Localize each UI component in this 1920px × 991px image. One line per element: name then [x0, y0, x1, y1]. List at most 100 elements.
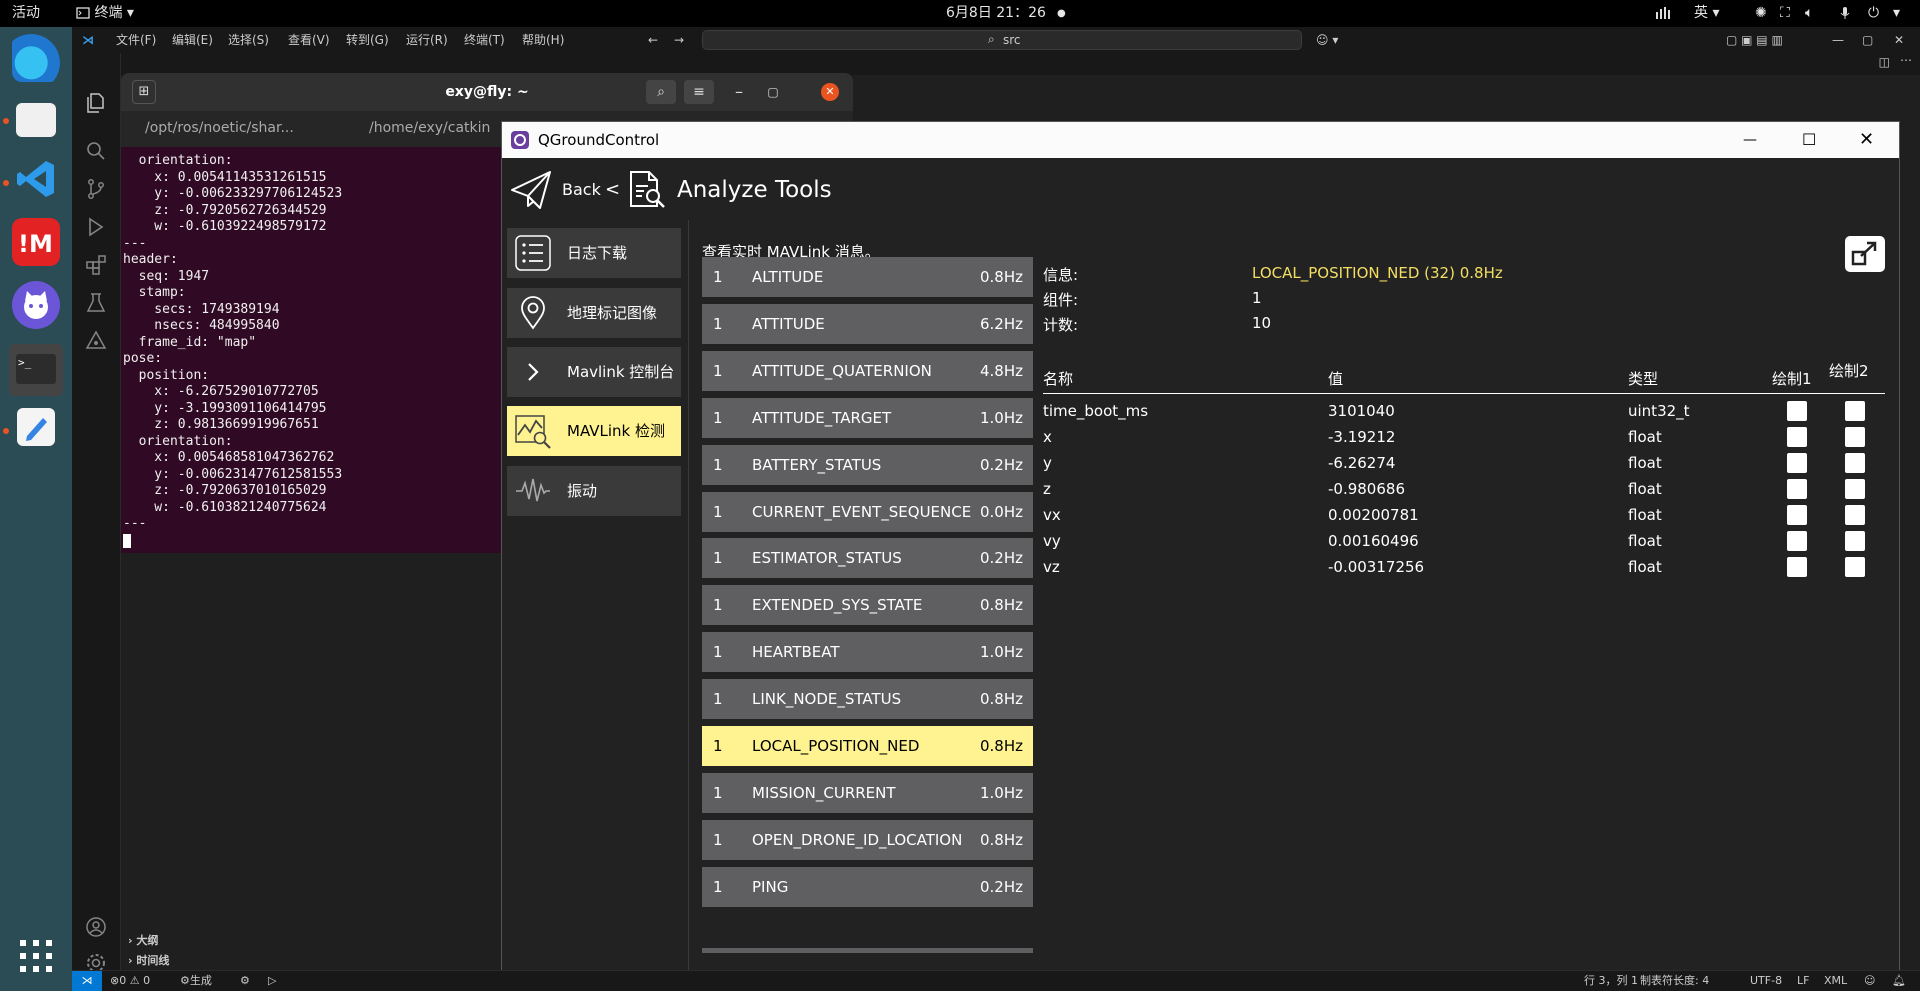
files-icon[interactable]	[16, 103, 56, 137]
message-item[interactable]: 1 ALTITUDE 0.8Hz	[702, 257, 1033, 297]
maximize-icon[interactable]: ☐	[1802, 122, 1816, 158]
plot2-checkbox[interactable]	[1845, 531, 1865, 551]
nav-mavlink-console[interactable]: Mavlink 控制台	[507, 347, 681, 397]
microphone-icon[interactable]	[1840, 0, 1850, 27]
menu-view[interactable]: 查看(V)	[288, 27, 330, 53]
plot2-checkbox[interactable]	[1845, 453, 1865, 473]
nav-vibration[interactable]: 振动	[507, 466, 681, 516]
gear-icon[interactable]: ⚙	[240, 971, 250, 991]
chevron-down-icon[interactable]: ▾	[1893, 0, 1900, 27]
message-item[interactable]: 1 CURRENT_EVENT_SEQUENCE 0.0Hz	[702, 491, 1033, 532]
message-item[interactable]: 1 OPEN_DRONE_ID_LOCATION 0.8Hz	[702, 819, 1033, 860]
app-grid-icon[interactable]	[12, 932, 60, 980]
vscode-icon[interactable]	[12, 155, 60, 203]
plot2-checkbox[interactable]	[1845, 557, 1865, 577]
close-icon[interactable]: ✕	[1859, 122, 1874, 158]
plot2-checkbox[interactable]	[1845, 505, 1865, 525]
plot1-checkbox[interactable]	[1787, 557, 1807, 577]
message-item[interactable]: 1 BATTERY_STATUS 0.2Hz	[702, 444, 1033, 485]
nav-back-icon[interactable]: ←	[648, 27, 658, 53]
plot2-checkbox[interactable]	[1845, 427, 1865, 447]
brightness-icon[interactable]: ✺	[1755, 0, 1767, 27]
terminal-app-icon[interactable]: >_	[9, 344, 63, 396]
message-item[interactable]: 1 ATTITUDE_QUATERNION 4.8Hz	[702, 350, 1033, 391]
minimize-icon[interactable]: —	[1832, 27, 1844, 53]
plot1-checkbox[interactable]	[1787, 427, 1807, 447]
copilot-status-icon[interactable]: ☺	[1864, 971, 1875, 991]
message-item[interactable]: 1 ESTIMATOR_STATUS 0.2Hz	[702, 538, 1033, 579]
plot2-checkbox[interactable]	[1845, 401, 1865, 421]
extensions-icon[interactable]	[84, 253, 108, 277]
nav-log-download[interactable]: 日志下载	[507, 228, 681, 278]
text-editor-icon[interactable]	[17, 408, 55, 446]
encoding[interactable]: UTF-8	[1750, 971, 1782, 991]
explorer-icon[interactable]	[84, 91, 108, 115]
problems-indicator[interactable]: ⊗ 0 ⚠ 0	[110, 971, 150, 991]
menu-terminal[interactable]: 终端(T)	[464, 27, 505, 53]
run-debug-icon[interactable]	[84, 215, 108, 239]
activities-button[interactable]: 活动	[12, 0, 40, 27]
ros-extension-icon[interactable]	[84, 329, 108, 353]
menu-go[interactable]: 转到(G)	[346, 27, 389, 53]
popout-button[interactable]	[1845, 236, 1885, 272]
tab-size[interactable]: 制表符长度: 4	[1640, 971, 1709, 991]
menu-run[interactable]: 运行(R)	[406, 27, 448, 53]
play-icon[interactable]: ▷	[268, 971, 276, 991]
nav-forward-icon[interactable]: →	[674, 27, 684, 53]
more-actions-icon[interactable]: ⋯	[1900, 53, 1912, 67]
plot2-checkbox[interactable]	[1845, 479, 1865, 499]
copilot-icon[interactable]: ☺ ▾	[1316, 27, 1338, 53]
menu-help[interactable]: 帮助(H)	[522, 27, 564, 53]
message-item[interactable]: 1 MISSION_CURRENT 1.0Hz	[702, 772, 1033, 813]
timeline-section[interactable]: › 时间线	[128, 952, 169, 968]
testing-icon[interactable]	[84, 291, 108, 315]
clock[interactable]: 6月8日 21：26	[946, 0, 1046, 27]
terminal-search-icon[interactable]: ⌕	[646, 80, 676, 104]
volume-icon[interactable]: 🔈︎	[1805, 0, 1813, 27]
plot1-checkbox[interactable]	[1787, 531, 1807, 551]
terminal-tab-1[interactable]: /opt/ros/noetic/shar...	[145, 120, 294, 136]
nav-mavlink-inspector[interactable]: MAVLink 检测	[507, 406, 681, 456]
message-item[interactable]: 1 PING 0.2Hz	[702, 866, 1033, 907]
plot1-checkbox[interactable]	[1787, 479, 1807, 499]
power-icon[interactable]: ⏻	[1868, 0, 1879, 27]
plot1-checkbox[interactable]	[1787, 505, 1807, 525]
hamburger-menu-icon[interactable]: ≡	[684, 80, 714, 104]
maximize-icon[interactable]: ▢	[1862, 27, 1873, 53]
account-icon[interactable]	[84, 915, 108, 939]
app-menu[interactable]: 终端 ▾	[76, 0, 134, 27]
maximize-icon[interactable]: ▢	[761, 80, 785, 104]
message-item[interactable]: 1 ATTITUDE_TARGET 1.0Hz	[702, 397, 1033, 438]
source-control-icon[interactable]	[84, 177, 108, 201]
input-method-menu[interactable]: 英 ▾	[1694, 0, 1719, 27]
terminal-tab-2[interactable]: /home/exy/catkin	[369, 120, 490, 136]
cursor-position[interactable]: 行 3，列 1	[1584, 971, 1638, 991]
menu-selection[interactable]: 选择(S)	[228, 27, 269, 53]
split-editor-icon[interactable]: ◫	[1879, 55, 1890, 69]
close-icon[interactable]: ✕	[1894, 27, 1904, 53]
line-ending[interactable]: LF	[1797, 971, 1809, 991]
message-item[interactable]: 1 LINK_NODE_STATUS 0.8Hz	[702, 679, 1033, 720]
network-icon[interactable]: ⛶	[1780, 0, 1790, 27]
notifications-bell-icon[interactable]: 🔔︎	[1892, 971, 1906, 991]
edge-browser-icon[interactable]	[12, 34, 60, 82]
command-center-search[interactable]: ⌕ src	[702, 30, 1302, 50]
layout-icon[interactable]: ▢ ▣ ▤ ▥	[1726, 27, 1783, 53]
nav-geotag-images[interactable]: 地理标记图像	[507, 288, 681, 338]
minimize-icon[interactable]: –	[727, 80, 751, 104]
plot1-checkbox[interactable]	[1787, 453, 1807, 473]
build-status[interactable]: ⚙ 生成	[180, 971, 212, 991]
search-icon[interactable]	[84, 139, 108, 163]
remote-indicator-icon[interactable]: ⋊	[72, 971, 102, 991]
message-item[interactable]: 1 ATTITUDE 6.2Hz	[702, 303, 1033, 344]
mi-app-icon[interactable]: !M	[12, 218, 60, 266]
language-mode[interactable]: XML	[1824, 971, 1847, 991]
message-item[interactable]: 1 LOCAL_POSITION_NED 0.8Hz	[702, 726, 1033, 766]
menu-file[interactable]: 文件(F)	[116, 27, 156, 53]
cat-app-icon[interactable]	[12, 281, 60, 329]
outline-section[interactable]: › 大纲	[128, 932, 158, 948]
message-item[interactable]: 1 EXTENDED_SYS_STATE 0.8Hz	[702, 585, 1033, 626]
network-graph-icon[interactable]	[1655, 0, 1671, 27]
plot1-checkbox[interactable]	[1787, 401, 1807, 421]
close-icon[interactable]: ✕	[821, 83, 839, 101]
